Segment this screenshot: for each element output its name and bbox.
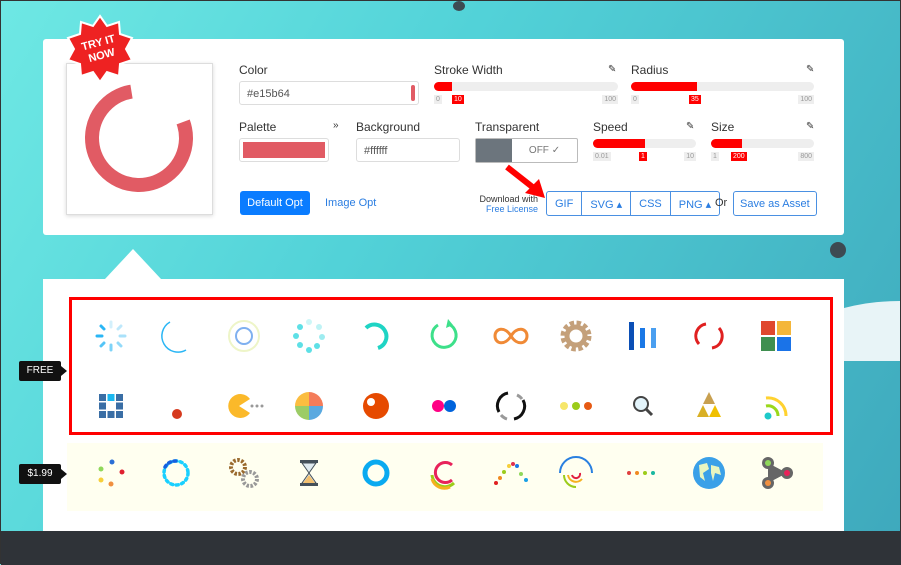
grid-icon[interactable] — [91, 386, 131, 426]
slider-min: 0 — [434, 95, 442, 104]
speed-slider[interactable]: 0.01 1 10 — [593, 139, 696, 161]
magnify-icon[interactable] — [623, 386, 663, 426]
ring-glossy-icon[interactable] — [356, 453, 396, 493]
dots-line-icon[interactable] — [623, 453, 663, 493]
gears-icon[interactable] — [224, 453, 264, 493]
flickr-icon[interactable] — [424, 386, 464, 426]
background-input[interactable]: #ffffff — [356, 138, 460, 162]
image-opt-link[interactable]: Image Opt — [325, 197, 376, 209]
slider-min: 0.01 — [593, 152, 611, 161]
slider-value: 1 — [639, 152, 647, 161]
rolling-arrow-icon[interactable] — [424, 316, 464, 356]
pie-icon[interactable] — [289, 386, 329, 426]
edit-icon[interactable]: ✎ — [806, 121, 814, 132]
ellipsis-spinner-icon[interactable] — [289, 316, 329, 356]
free-license-link[interactable]: Free License — [463, 204, 538, 214]
transparent-label: Transparent — [475, 120, 540, 134]
loader-preview — [66, 63, 213, 215]
radar-icon[interactable] — [556, 453, 596, 493]
pacman-icon[interactable] — [224, 386, 264, 426]
save-as-asset-button[interactable]: Save as Asset — [733, 191, 817, 216]
or-text: Or — [715, 197, 728, 209]
paid-tag: $1.99 — [19, 464, 67, 484]
stroke-width-label: Stroke Width — [434, 63, 503, 77]
size-slider[interactable]: 1 200 800 — [711, 139, 814, 161]
slider-value: 10 — [452, 95, 464, 104]
bars-icon[interactable] — [623, 316, 663, 356]
slider-value: 200 — [731, 152, 747, 161]
background-label: Background — [356, 120, 421, 134]
footer-bar — [1, 531, 901, 565]
color-arcs-icon[interactable] — [424, 453, 464, 493]
palette-select[interactable] — [239, 138, 329, 162]
slider-value: 35 — [689, 95, 701, 104]
double-ring-icon[interactable] — [689, 316, 729, 356]
infinity-icon[interactable] — [491, 316, 531, 356]
spinner-icon[interactable] — [91, 316, 131, 356]
transparent-toggle[interactable]: OFF ✓ — [475, 138, 578, 163]
ellipsis-icon[interactable] — [556, 386, 596, 426]
download-button-group: GIF SVG ▴ CSS PNG ▴ — [546, 191, 721, 216]
chevron-double-down-icon[interactable]: » — [333, 120, 339, 131]
edit-icon[interactable]: ✎ — [686, 121, 694, 132]
slider-max: 10 — [684, 152, 696, 161]
dots-ring-icon[interactable] — [156, 453, 196, 493]
slider-min: 0 — [631, 95, 639, 104]
blocks-icon[interactable] — [756, 316, 796, 356]
color-swatch[interactable] — [411, 85, 415, 101]
size-label: Size — [711, 120, 735, 134]
config-card: TRY IT NOW Color #e15b64 Stroke Width ✎ 0… — [43, 14, 844, 235]
ring-icon[interactable] — [156, 316, 196, 356]
dots-wave-icon[interactable] — [491, 453, 531, 493]
slider-max: 800 — [798, 152, 814, 161]
panel-pointer — [105, 249, 161, 279]
radius-label: Radius — [631, 63, 669, 77]
try-it-now-badge: TRY ITNOW — [66, 14, 134, 84]
slider-max: 100 — [602, 95, 618, 104]
png-button[interactable]: PNG ▴ — [671, 192, 719, 215]
dual-ring-icon[interactable] — [224, 316, 264, 356]
hourglass-icon[interactable] — [289, 453, 329, 493]
circle-arcs-icon[interactable] — [491, 386, 531, 426]
globe-icon[interactable] — [689, 453, 729, 493]
slider-min: 1 — [711, 152, 719, 161]
edit-icon[interactable]: ✎ — [806, 64, 814, 75]
ball-icon[interactable] — [356, 386, 396, 426]
svg-button[interactable]: SVG ▴ — [582, 192, 632, 215]
triangles-icon[interactable] — [689, 386, 729, 426]
speed-label: Speed — [593, 120, 628, 134]
bouncing-ball-icon[interactable] — [156, 386, 196, 426]
decor-dot — [830, 242, 846, 258]
edit-icon[interactable]: ✎ — [608, 64, 616, 75]
toggle-state: OFF ✓ — [528, 145, 561, 156]
red-arrow-annotation — [505, 164, 545, 198]
gif-button[interactable]: GIF — [547, 192, 583, 215]
fidget-spinner-icon[interactable] — [756, 453, 796, 493]
free-tag: FREE — [19, 361, 67, 381]
dots-circle-icon[interactable] — [91, 453, 131, 493]
wifi-icon[interactable] — [756, 386, 796, 426]
preview-ring-icon — [85, 84, 193, 192]
color-input[interactable]: #e15b64 — [239, 81, 419, 105]
css-button[interactable]: CSS — [631, 192, 671, 215]
color-label: Color — [239, 63, 268, 77]
arc-icon[interactable] — [356, 316, 396, 356]
slider-max: 100 — [798, 95, 814, 104]
palette-label: Palette — [239, 120, 277, 134]
decor-dot — [453, 1, 465, 11]
radius-slider[interactable]: 0 35 100 — [631, 82, 814, 104]
gear-icon[interactable] — [556, 316, 596, 356]
default-opt-button[interactable]: Default Opt — [240, 191, 310, 215]
stroke-width-slider[interactable]: 0 10 100 — [434, 82, 618, 104]
